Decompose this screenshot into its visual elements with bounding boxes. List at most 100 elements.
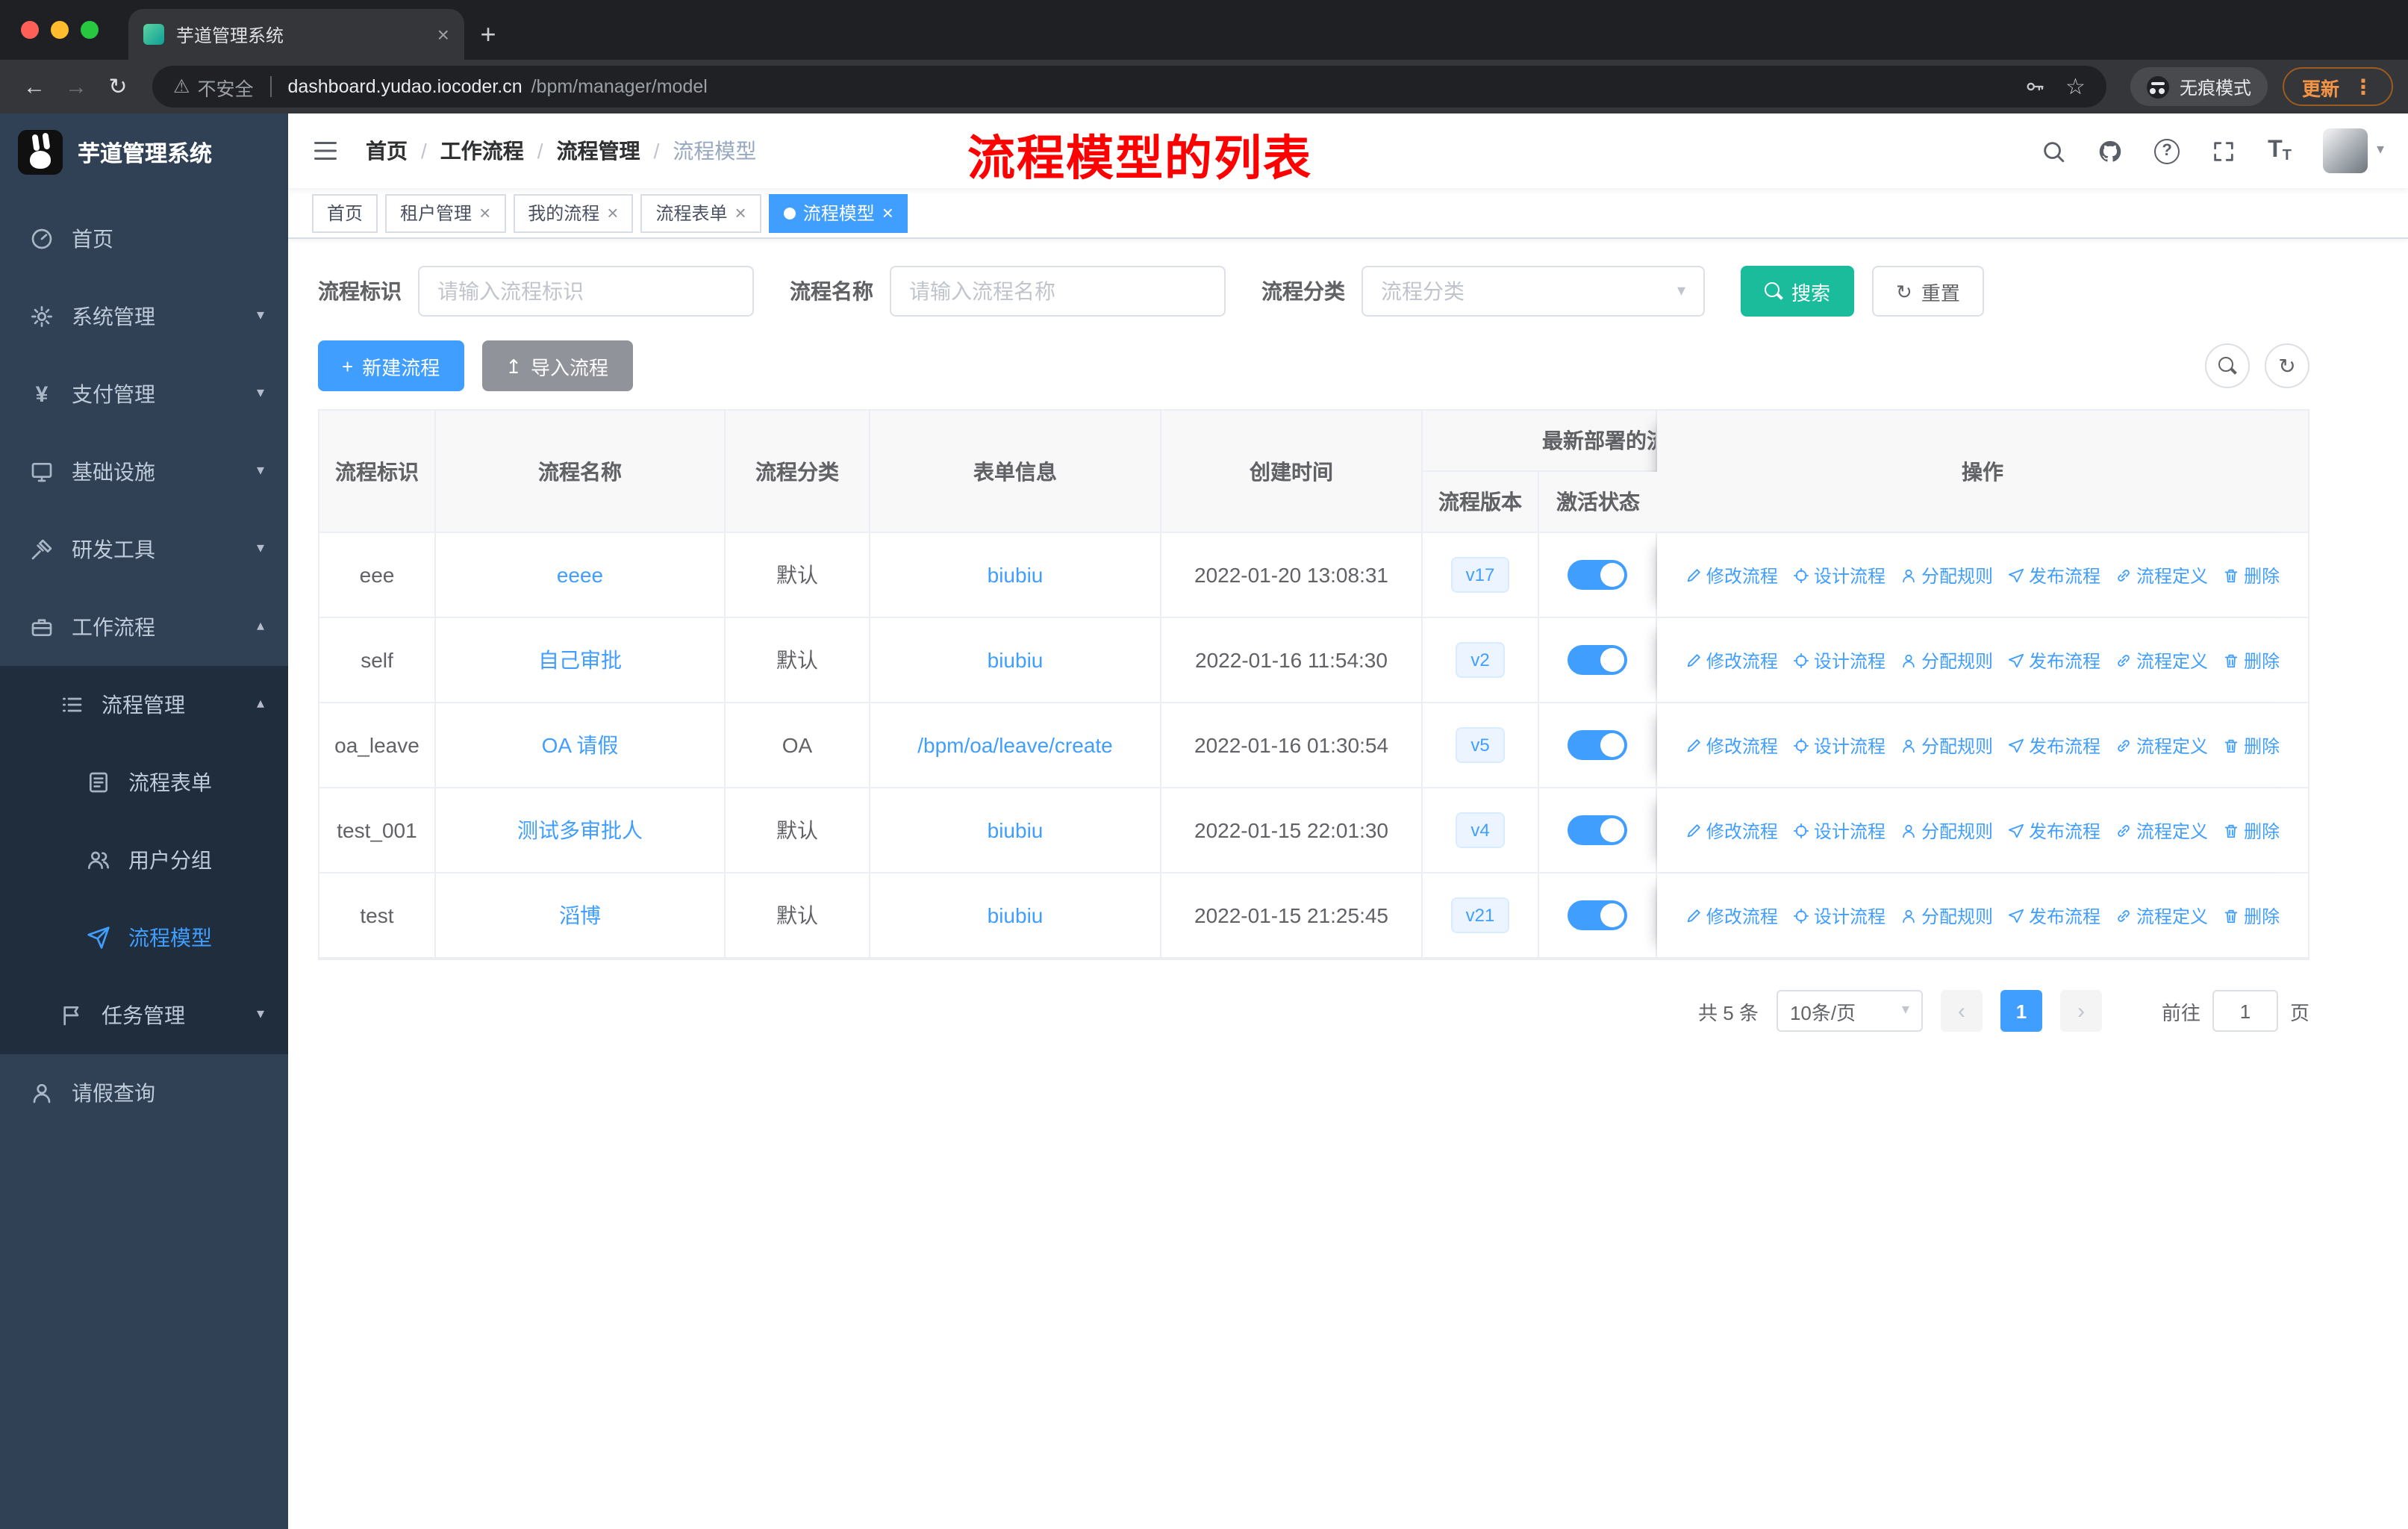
bookmark-star-icon[interactable] [2065, 75, 2086, 98]
process-name-link[interactable]: eeee [557, 563, 603, 587]
font-size-icon[interactable]: TT [2268, 137, 2292, 164]
design-process-link[interactable]: 设计流程 [1793, 647, 1885, 673]
assign-rule-link[interactable]: 分配规则 [1900, 818, 1993, 843]
browser-menu-icon[interactable] [2353, 76, 2374, 97]
goto-page-input[interactable] [2212, 990, 2278, 1032]
delete-link[interactable]: 删除 [2223, 732, 2280, 758]
tag-close-icon[interactable] [735, 203, 746, 222]
page-number-1[interactable]: 1 [2000, 990, 2042, 1032]
assign-rule-link[interactable]: 分配规则 [1900, 562, 1993, 588]
tag-close-icon[interactable] [882, 203, 893, 222]
process-name-link[interactable]: 滔博 [559, 903, 601, 927]
security-status[interactable]: 不安全 [173, 72, 253, 101]
tag-tenant[interactable]: 租户管理 [385, 193, 506, 232]
status-toggle[interactable] [1568, 560, 1627, 590]
form-info-link[interactable]: biubiu [988, 563, 1044, 587]
design-process-link[interactable]: 设计流程 [1793, 818, 1885, 843]
forward-button[interactable] [57, 67, 96, 106]
search-icon[interactable] [2041, 138, 2066, 164]
toggle-search-button[interactable] [2205, 343, 2250, 388]
reset-button[interactable]: 重置 [1872, 266, 1984, 317]
sidebar-item-user-group[interactable]: 用户分组 [0, 821, 288, 899]
breadcrumb-workflow[interactable]: 工作流程 [440, 136, 524, 166]
process-definition-link[interactable]: 流程定义 [2115, 647, 2208, 673]
edit-process-link[interactable]: 修改流程 [1685, 647, 1778, 673]
address-bar[interactable]: 不安全 dashboard.yudao.iocoder.cn/bpm/manag… [152, 66, 2106, 108]
process-definition-link[interactable]: 流程定义 [2115, 732, 2208, 758]
delete-link[interactable]: 删除 [2223, 647, 2280, 673]
user-avatar-menu[interactable] [2322, 128, 2384, 173]
tag-my-process[interactable]: 我的流程 [513, 193, 634, 232]
reload-button[interactable] [99, 67, 137, 106]
status-toggle[interactable] [1568, 645, 1627, 675]
fullscreen-icon[interactable] [2211, 138, 2236, 164]
tag-process-form[interactable]: 流程表单 [640, 193, 761, 232]
sidebar-item-payment[interactable]: 支付管理 [0, 355, 288, 433]
process-definition-link[interactable]: 流程定义 [2115, 903, 2208, 928]
form-info-link[interactable]: biubiu [988, 818, 1044, 842]
delete-link[interactable]: 删除 [2223, 903, 2280, 928]
edit-process-link[interactable]: 修改流程 [1685, 732, 1778, 758]
import-process-button[interactable]: 导入流程 [481, 340, 633, 391]
new-tab-button[interactable]: + [464, 9, 512, 60]
assign-rule-link[interactable]: 分配规则 [1900, 903, 1993, 928]
github-icon[interactable] [2097, 138, 2123, 164]
sidebar-item-process-model[interactable]: 流程模型 [0, 899, 288, 977]
breadcrumb-home[interactable]: 首页 [366, 136, 408, 166]
publish-process-link[interactable]: 发布流程 [2008, 647, 2100, 673]
category-select[interactable]: 流程分类 [1361, 266, 1705, 317]
sidebar-item-home[interactable]: 首页 [0, 200, 288, 278]
sidebar-item-workflow[interactable]: 工作流程 [0, 588, 288, 666]
delete-link[interactable]: 删除 [2223, 562, 2280, 588]
window-minimize-button[interactable] [51, 21, 69, 39]
process-id-input[interactable] [418, 266, 754, 317]
publish-process-link[interactable]: 发布流程 [2008, 903, 2100, 928]
process-name-link[interactable]: 测试多审批人 [517, 818, 643, 842]
back-button[interactable] [15, 67, 54, 106]
tag-close-icon[interactable] [607, 203, 618, 222]
next-page-button[interactable] [2059, 990, 2102, 1032]
process-name-link[interactable]: OA 请假 [542, 733, 619, 757]
refresh-table-button[interactable] [2265, 343, 2309, 388]
status-toggle[interactable] [1568, 815, 1627, 845]
hamburger-icon[interactable] [312, 137, 339, 164]
edit-process-link[interactable]: 修改流程 [1685, 818, 1778, 843]
publish-process-link[interactable]: 发布流程 [2008, 732, 2100, 758]
assign-rule-link[interactable]: 分配规则 [1900, 647, 1993, 673]
publish-process-link[interactable]: 发布流程 [2008, 818, 2100, 843]
design-process-link[interactable]: 设计流程 [1793, 562, 1885, 588]
create-process-button[interactable]: 新建流程 [318, 340, 464, 391]
breadcrumb-process-management[interactable]: 流程管理 [557, 136, 640, 166]
form-info-link[interactable]: /bpm/oa/leave/create [917, 733, 1113, 757]
design-process-link[interactable]: 设计流程 [1793, 903, 1885, 928]
tag-close-icon[interactable] [479, 203, 490, 222]
form-info-link[interactable]: biubiu [988, 903, 1044, 927]
page-size-select[interactable]: 10条/页 [1776, 990, 1923, 1032]
status-toggle[interactable] [1568, 730, 1627, 760]
process-definition-link[interactable]: 流程定义 [2115, 818, 2208, 843]
tab-close-icon[interactable] [437, 24, 449, 45]
sidebar-item-process-management[interactable]: 流程管理 [0, 666, 288, 744]
sidebar-item-leave-query[interactable]: 请假查询 [0, 1054, 288, 1132]
tag-home[interactable]: 首页 [312, 193, 378, 232]
tag-process-model-active[interactable]: 流程模型 [768, 193, 908, 232]
browser-tab[interactable]: 芋道管理系统 [128, 9, 464, 60]
incognito-badge[interactable]: 无痕模式 [2130, 67, 2268, 106]
sidebar-item-infrastructure[interactable]: 基础设施 [0, 433, 288, 511]
sidebar-item-system[interactable]: 系统管理 [0, 278, 288, 355]
window-close-button[interactable] [21, 21, 39, 39]
prev-page-button[interactable] [1940, 990, 1983, 1032]
update-browser-button[interactable]: 更新 [2282, 67, 2393, 106]
search-button[interactable]: 搜索 [1741, 266, 1855, 317]
process-definition-link[interactable]: 流程定义 [2115, 562, 2208, 588]
process-name-input[interactable] [890, 266, 1226, 317]
edit-process-link[interactable]: 修改流程 [1685, 903, 1778, 928]
sidebar-item-devtools[interactable]: 研发工具 [0, 511, 288, 588]
sidebar-item-task-management[interactable]: 任务管理 [0, 977, 288, 1054]
edit-process-link[interactable]: 修改流程 [1685, 562, 1778, 588]
password-key-icon[interactable] [2024, 76, 2044, 97]
design-process-link[interactable]: 设计流程 [1793, 732, 1885, 758]
form-info-link[interactable]: biubiu [988, 648, 1044, 672]
delete-link[interactable]: 删除 [2223, 818, 2280, 843]
window-zoom-button[interactable] [81, 21, 99, 39]
